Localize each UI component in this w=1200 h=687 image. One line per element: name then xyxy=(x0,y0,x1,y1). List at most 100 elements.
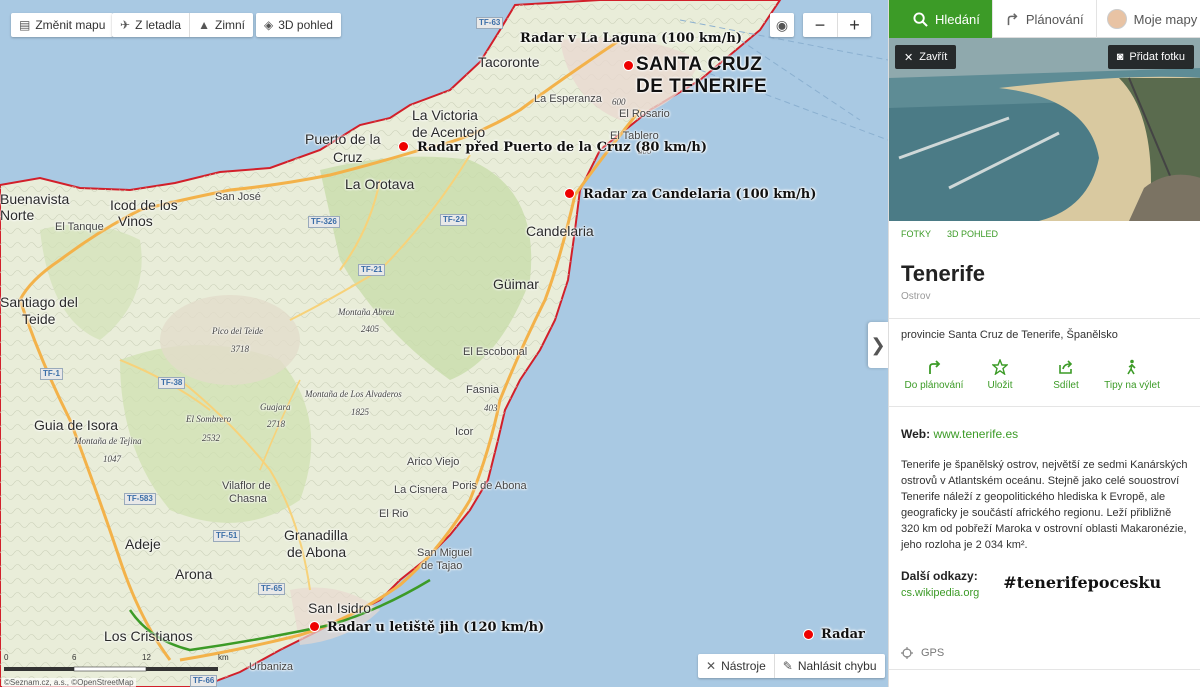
town-label: Puerto de la xyxy=(305,131,381,147)
tools-label: Nástroje xyxy=(721,659,766,673)
town-label: Norte xyxy=(0,207,35,223)
place-type: Ostrov xyxy=(901,291,931,302)
town-label: Buenavista xyxy=(0,191,70,207)
map-canvas[interactable]: SANTA CRUZ DE TENERIFE Tacoronte La Vict… xyxy=(0,0,888,687)
web-link[interactable]: www.tenerife.es xyxy=(933,427,1018,441)
wikipedia-link[interactable]: cs.wikipedia.org xyxy=(901,587,979,599)
zoom-control: − + xyxy=(803,13,871,37)
peak-elevation: 1047 xyxy=(103,454,121,464)
town-label-small: San José xyxy=(215,191,261,203)
peak-elevation: 403 xyxy=(484,403,498,413)
place-title: Tenerife xyxy=(901,261,985,286)
road-shield: TF-51 xyxy=(213,530,241,542)
tab-my-maps[interactable]: Moje mapy xyxy=(1097,0,1200,38)
add-photo-label: Přidat fotku xyxy=(1129,51,1185,63)
camera-icon: ◙ xyxy=(1116,51,1124,63)
town-label: San Isidro xyxy=(308,600,372,616)
report-error-label: Nahlásit chybu xyxy=(797,659,877,673)
share-button[interactable]: Sdílet xyxy=(1033,359,1099,392)
place-actions: Do plánování Uložit Sdílet Tipy na výlet xyxy=(889,341,1200,392)
tab-planning[interactable]: Plánování xyxy=(993,0,1097,38)
tab-photos[interactable]: FOTKY xyxy=(901,229,931,245)
gps-row[interactable]: GPS xyxy=(901,647,944,659)
tab-search[interactable]: Hledání xyxy=(889,0,993,38)
avatar xyxy=(1106,9,1127,29)
zoom-in-button[interactable]: + xyxy=(837,13,871,37)
town-label: de Abona xyxy=(287,544,347,560)
town-label: La Victoria xyxy=(412,107,478,123)
town-label: Los Cristianos xyxy=(104,628,193,644)
change-map-button[interactable]: ▤ Změnit mapu xyxy=(11,13,114,37)
peak-label: Montaña Abreu xyxy=(338,307,395,317)
action-label: Do plánování xyxy=(904,380,964,391)
town-label: Güimar xyxy=(493,276,539,292)
winter-button[interactable]: ▲ Zimní xyxy=(189,13,253,37)
close-label: Zavřít xyxy=(919,51,948,63)
web-label: Web: xyxy=(901,427,931,441)
town-label-small: Arico Viejo xyxy=(407,456,460,468)
radar-label: Radar u letiště jih (120 km/h) xyxy=(327,620,545,635)
map-layers-icon: ▤ xyxy=(19,18,31,32)
road-shield: TF-66 xyxy=(190,675,218,687)
radar-marker[interactable] xyxy=(310,622,319,631)
town-label-small: Urbaniza xyxy=(249,661,294,673)
capital-label-2: DE TENERIFE xyxy=(636,76,768,97)
gps-label: GPS xyxy=(921,647,945,659)
hiker-icon xyxy=(1127,359,1136,375)
peak-elevation: 2532 xyxy=(202,433,220,443)
map-attribution[interactable]: ©Seznam.cz, a.s., ©OpenStreetMap xyxy=(2,678,136,687)
radar-label: Radar před Puerto de la Cruz (80 km/h) xyxy=(417,140,707,155)
radar-legend-label: Radar xyxy=(821,627,865,642)
tab-3d-view[interactable]: 3D POHLED xyxy=(947,229,998,245)
town-label: Guia de Isora xyxy=(34,417,119,433)
town-label-small: Poris de Abona xyxy=(452,480,527,492)
trip-tips-button[interactable]: Tipy na výlet xyxy=(1099,359,1165,392)
tab-my-maps-label: Moje mapy xyxy=(1133,11,1198,27)
road-shield: TF-326 xyxy=(308,216,340,228)
town-label: Granadilla xyxy=(284,527,348,543)
tab-search-label: Hledání xyxy=(935,11,980,27)
report-error-button[interactable]: ✎ Nahlásit chybu xyxy=(773,654,885,678)
town-label-small: Fasnia xyxy=(466,384,500,396)
town-label-small: El Tanque xyxy=(55,221,104,233)
town-label-small: Icor xyxy=(455,426,474,438)
tab-planning-label: Plánování xyxy=(1025,11,1084,27)
close-photo-button[interactable]: ✕ Zavřít xyxy=(895,45,957,69)
star-icon xyxy=(992,359,1008,375)
locate-button[interactable]: ◉ xyxy=(770,13,794,37)
save-button[interactable]: Uložit xyxy=(967,359,1033,392)
photo-tabs: FOTKY 3D POHLED xyxy=(889,221,1200,245)
radar-marker[interactable] xyxy=(399,142,408,151)
radar-marker[interactable] xyxy=(565,189,574,198)
town-label: Santiago del xyxy=(0,294,78,310)
radar-label: Radar za Candelaria (100 km/h) xyxy=(583,187,817,202)
road-shield: TF-21 xyxy=(358,264,386,276)
scale-label: 6 xyxy=(72,653,77,662)
town-label-small: Vilaflor de xyxy=(222,480,271,492)
town-label-small: La Esperanza xyxy=(534,93,602,105)
aerial-button[interactable]: ✈ Z letadla xyxy=(112,13,189,37)
side-panel: Hledání Plánování Moje mapy ✕ Zavřít ◙ Při… xyxy=(888,0,1200,687)
add-to-planning-button[interactable]: Do plánování xyxy=(901,359,967,392)
peak-elevation: 600 xyxy=(612,97,626,107)
cube-icon: ◈ xyxy=(264,18,274,32)
zoom-out-button[interactable]: − xyxy=(803,13,837,37)
add-photo-button[interactable]: ◙ Přidat fotku xyxy=(1107,45,1194,69)
road-shield: TF-1 xyxy=(40,368,63,380)
tools-button[interactable]: ✕ Nástroje xyxy=(698,654,774,678)
view-3d-button[interactable]: ◈ 3D pohled xyxy=(256,13,341,37)
more-links-label: Další odkazy: xyxy=(901,569,978,583)
capital-label-1: SANTA CRUZ xyxy=(636,54,763,75)
town-label-small: Chasna xyxy=(229,493,267,505)
peak-label: Montaña de Los Alvaderos xyxy=(305,389,402,399)
collapse-panel-button[interactable]: ❯ xyxy=(868,322,888,368)
radar-marker[interactable] xyxy=(624,61,633,70)
road-shield: TF-24 xyxy=(440,214,468,226)
town-label: Icod de los xyxy=(110,197,178,213)
town-label-small: La Cisnera xyxy=(394,484,448,496)
place-photo[interactable]: ✕ Zavřít ◙ Přidat fotku xyxy=(889,38,1200,221)
action-label: Sdílet xyxy=(1053,380,1079,391)
scale-unit: km xyxy=(218,653,229,662)
panel-tabs: Hledání Plánování Moje mapy xyxy=(889,0,1200,38)
share-icon xyxy=(1059,360,1073,374)
